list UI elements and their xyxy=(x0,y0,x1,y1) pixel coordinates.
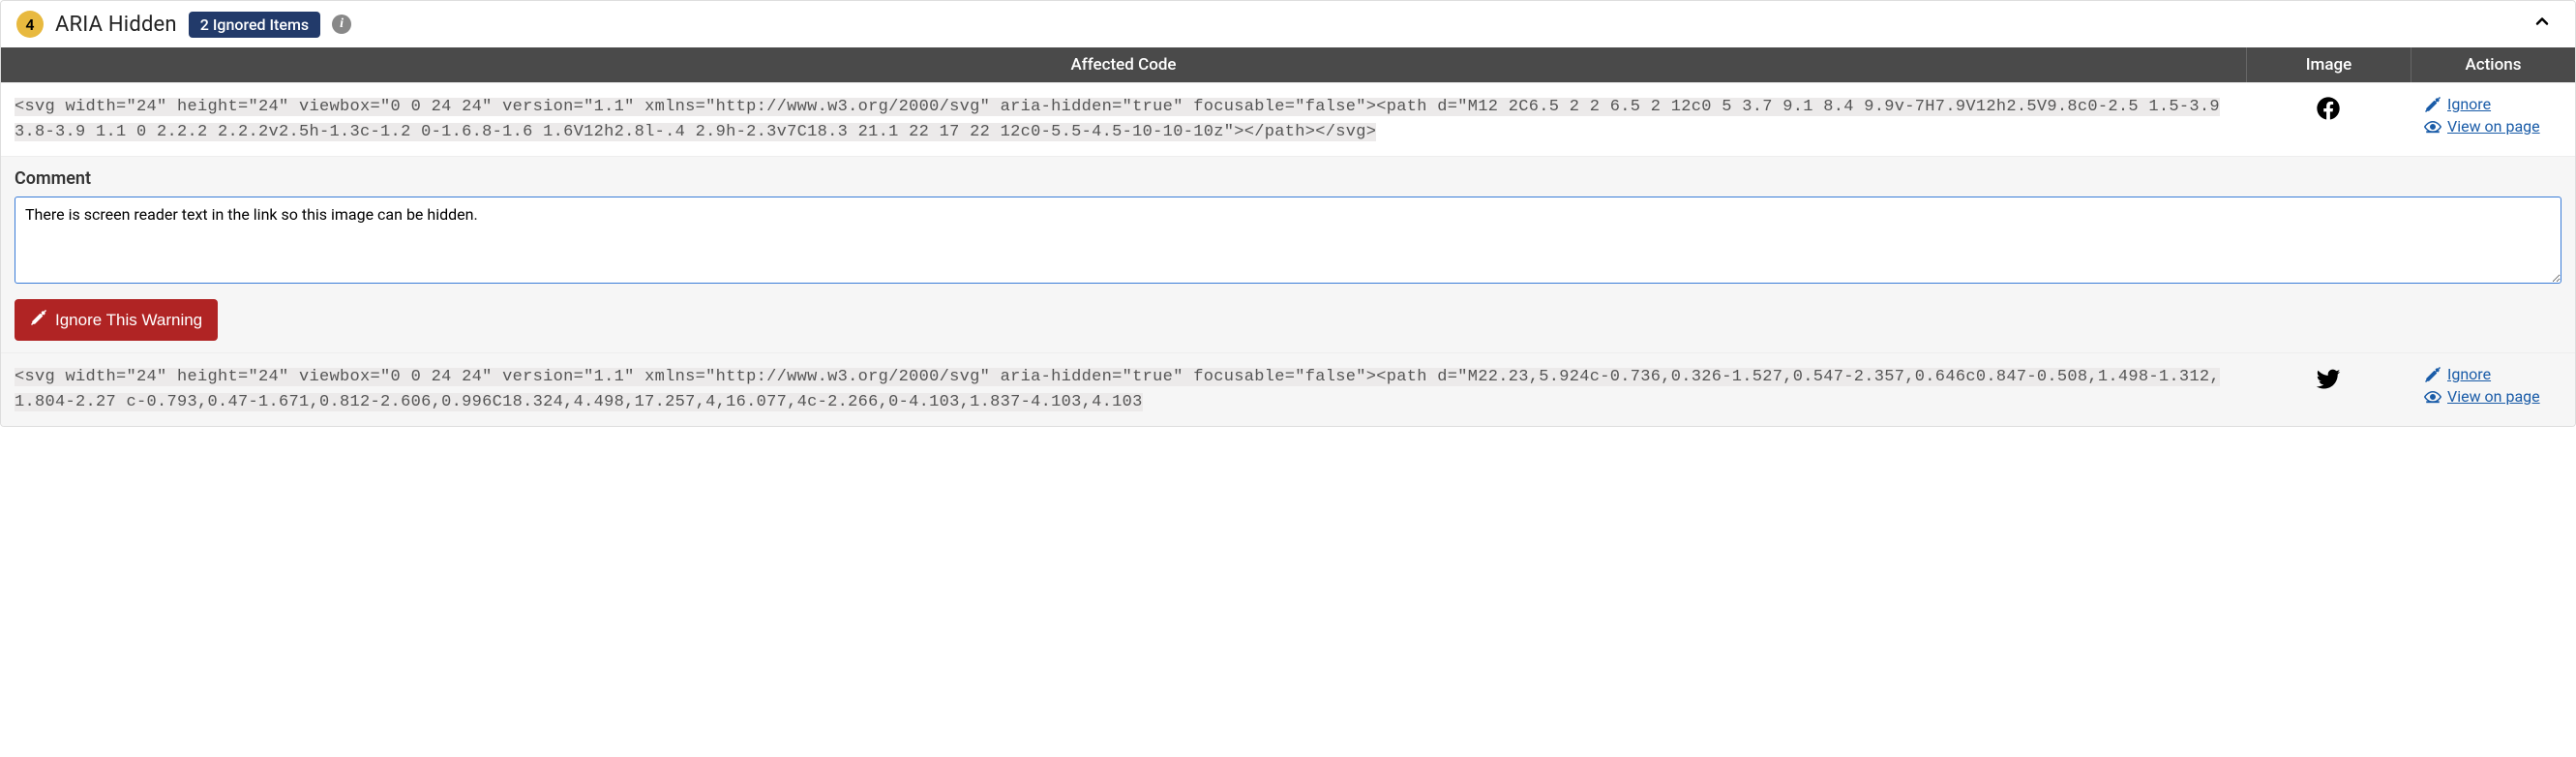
view-link-label: View on page xyxy=(2447,117,2540,136)
ignore-link-label: Ignore xyxy=(2447,95,2491,113)
ignore-link-label: Ignore xyxy=(2447,365,2491,383)
eye-icon xyxy=(2424,388,2441,406)
comment-textarea[interactable] xyxy=(15,197,2561,284)
info-icon[interactable]: i xyxy=(332,15,351,34)
ignore-this-warning-button[interactable]: Ignore This Warning xyxy=(15,299,218,341)
ignore-link[interactable]: Ignore xyxy=(2424,95,2561,113)
ignored-items-pill[interactable]: 2 Ignored Items xyxy=(189,12,320,38)
table-row: <svg width="24" height="24" viewbox="0 0… xyxy=(1,352,2575,426)
comment-section: Comment Ignore This Warning xyxy=(1,156,2575,352)
image-cell xyxy=(2246,83,2411,156)
eye-icon xyxy=(2424,118,2441,136)
ignore-icon xyxy=(2424,96,2441,113)
panel-header[interactable]: 4 ARIA Hidden 2 Ignored Items i xyxy=(1,1,2575,47)
actions-cell: Ignore View on page xyxy=(2411,83,2575,156)
affected-code-cell: <svg width="24" height="24" viewbox="0 0… xyxy=(1,83,2246,156)
panel-title: ARIA Hidden xyxy=(55,13,177,37)
ignore-icon xyxy=(2424,366,2441,383)
image-cell xyxy=(2246,353,2411,426)
column-header-image: Image xyxy=(2246,47,2411,82)
column-header-actions: Actions xyxy=(2411,47,2575,82)
actions-cell: Ignore View on page xyxy=(2411,353,2575,426)
view-link-label: View on page xyxy=(2447,387,2540,406)
view-on-page-link[interactable]: View on page xyxy=(2424,117,2561,136)
twitter-icon xyxy=(2315,378,2342,396)
ignore-button-label: Ignore This Warning xyxy=(55,311,202,330)
accessibility-panel: 4 ARIA Hidden 2 Ignored Items i Affected… xyxy=(0,0,2576,427)
table-header-row: Affected Code Image Actions xyxy=(1,47,2575,82)
ignore-link[interactable]: Ignore xyxy=(2424,365,2561,383)
table-row: <svg width="24" height="24" viewbox="0 0… xyxy=(1,82,2575,156)
comment-label: Comment xyxy=(15,168,2561,189)
affected-code-cell: <svg width="24" height="24" viewbox="0 0… xyxy=(1,353,2246,426)
ignore-button-icon xyxy=(30,309,47,331)
view-on-page-link[interactable]: View on page xyxy=(2424,387,2561,406)
facebook-icon xyxy=(2315,107,2342,126)
issue-count-badge: 4 xyxy=(16,11,44,38)
chevron-up-icon[interactable] xyxy=(2525,12,2560,37)
column-header-code: Affected Code xyxy=(1,47,2246,82)
code-snippet: <svg width="24" height="24" viewbox="0 0… xyxy=(15,368,2220,411)
code-snippet: <svg width="24" height="24" viewbox="0 0… xyxy=(15,98,2220,141)
